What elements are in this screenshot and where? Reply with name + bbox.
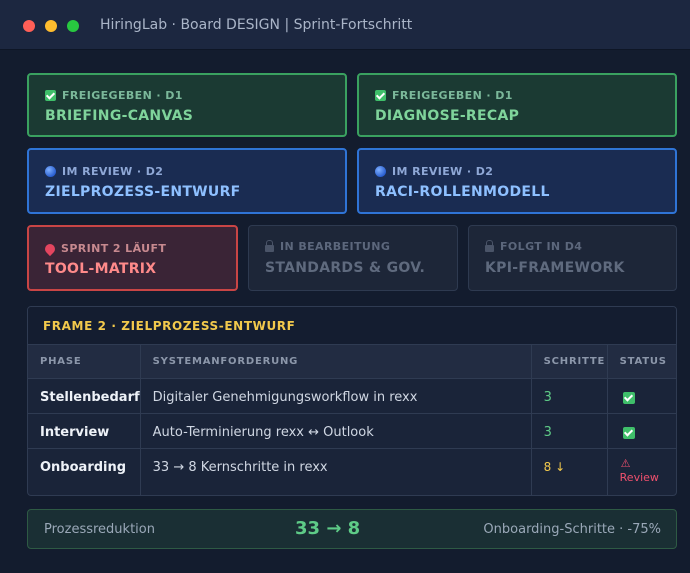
globe-icon bbox=[375, 166, 386, 177]
window-title: HiringLab · Board DESIGN | Sprint-Fortsc… bbox=[100, 17, 413, 33]
requirement-cell: 33 → 8 Kernschritte in rexx bbox=[140, 448, 532, 495]
review-status-text: Review bbox=[619, 470, 659, 484]
card-zielprozess-entwurf[interactable]: IM REVIEW · D2 ZIELPROZESS-ENTWURF bbox=[27, 148, 347, 214]
column-header-status: STATUS bbox=[607, 345, 676, 379]
card-status: FOLGT IN D4 bbox=[500, 240, 583, 253]
table-row[interactable]: Interview Auto-Terminierung rexx ↔ Outlo… bbox=[28, 413, 676, 449]
card-title: TOOL-MATRIX bbox=[45, 261, 157, 277]
column-header-steps: SCHRITTE bbox=[531, 345, 608, 379]
card-raci-rollenmodell[interactable]: IM REVIEW · D2 RACI-ROLLENMODELL bbox=[357, 148, 677, 214]
card-status: SPRINT 2 LÄUFT bbox=[61, 242, 167, 255]
title-bar: HiringLab · Board DESIGN | Sprint-Fortsc… bbox=[0, 0, 690, 50]
card-standards-gov[interactable]: IN BEARBEITUNG STANDARDS & GOV. bbox=[248, 225, 458, 291]
frame-title: FRAME 2 · ZIELPROZESS-ENTWURF bbox=[28, 307, 676, 345]
card-title: BRIEFING-CANVAS bbox=[45, 108, 194, 124]
card-status: FREIGEGEBEN · D1 bbox=[62, 89, 183, 102]
check-icon bbox=[622, 426, 635, 439]
lock-icon bbox=[265, 240, 274, 252]
card-title: RACI-ROLLENMODELL bbox=[375, 184, 550, 200]
card-briefing-canvas[interactable]: FREIGEGEBEN · D1 BRIEFING-CANVAS bbox=[27, 73, 347, 137]
column-header-requirement: SYSTEMANFORDERUNG bbox=[140, 345, 532, 379]
summary-note: Onboarding-Schritte · -75% bbox=[483, 522, 661, 537]
requirements-table: PHASE SYSTEMANFORDERUNG SCHRITTE STATUS … bbox=[28, 345, 676, 495]
check-icon bbox=[45, 90, 56, 101]
lock-icon bbox=[485, 240, 494, 252]
table-row[interactable]: Onboarding 33 → 8 Kernschritte in rexx 8… bbox=[28, 448, 676, 495]
summary-value: 33 → 8 bbox=[295, 518, 361, 539]
pin-icon bbox=[42, 241, 58, 256]
steps-cell: 3 bbox=[531, 413, 608, 449]
minimize-window-button[interactable] bbox=[45, 20, 57, 32]
warning-icon: ⚠ bbox=[620, 456, 631, 470]
card-status: IM REVIEW · D2 bbox=[392, 165, 494, 178]
requirement-cell: Digitaler Genehmigungsworkflow in rexx bbox=[140, 378, 532, 414]
status-cell bbox=[607, 378, 676, 414]
requirement-cell: Auto-Terminierung rexx ↔ Outlook bbox=[140, 413, 532, 449]
table-row[interactable]: Stellenbedarf Digitaler Genehmigungswork… bbox=[28, 378, 676, 414]
card-title: DIAGNOSE-RECAP bbox=[375, 108, 520, 124]
phase-cell: Interview bbox=[28, 413, 141, 449]
close-window-button[interactable] bbox=[23, 20, 35, 32]
phase-cell: Stellenbedarf bbox=[28, 378, 141, 414]
check-icon bbox=[375, 90, 386, 101]
frame-panel: FRAME 2 · ZIELPROZESS-ENTWURF PHASE SYST… bbox=[27, 306, 677, 496]
steps-cell: 8 ↓ bbox=[531, 448, 608, 495]
maximize-window-button[interactable] bbox=[67, 20, 79, 32]
steps-cell: 3 bbox=[531, 378, 608, 414]
summary-bar: Prozessreduktion 33 → 8 Onboarding-Schri… bbox=[27, 509, 677, 549]
status-cell: ⚠ Review bbox=[607, 448, 676, 495]
globe-icon bbox=[45, 166, 56, 177]
card-kpi-framework[interactable]: FOLGT IN D4 KPI-FRAMEWORK bbox=[468, 225, 677, 291]
card-tool-matrix[interactable]: SPRINT 2 LÄUFT TOOL-MATRIX bbox=[27, 225, 238, 291]
card-status: IN BEARBEITUNG bbox=[280, 240, 391, 253]
card-status: FREIGEGEBEN · D1 bbox=[392, 89, 513, 102]
check-icon bbox=[622, 391, 635, 404]
status-cell bbox=[607, 413, 676, 449]
card-title: KPI-FRAMEWORK bbox=[485, 260, 625, 276]
summary-label: Prozessreduktion bbox=[44, 522, 155, 537]
card-status: IM REVIEW · D2 bbox=[62, 165, 164, 178]
card-title: ZIELPROZESS-ENTWURF bbox=[45, 184, 241, 200]
card-diagnose-recap[interactable]: FREIGEGEBEN · D1 DIAGNOSE-RECAP bbox=[357, 73, 677, 137]
column-header-phase: PHASE bbox=[28, 345, 141, 379]
card-title: STANDARDS & GOV. bbox=[265, 260, 426, 276]
phase-cell: Onboarding bbox=[28, 448, 141, 495]
